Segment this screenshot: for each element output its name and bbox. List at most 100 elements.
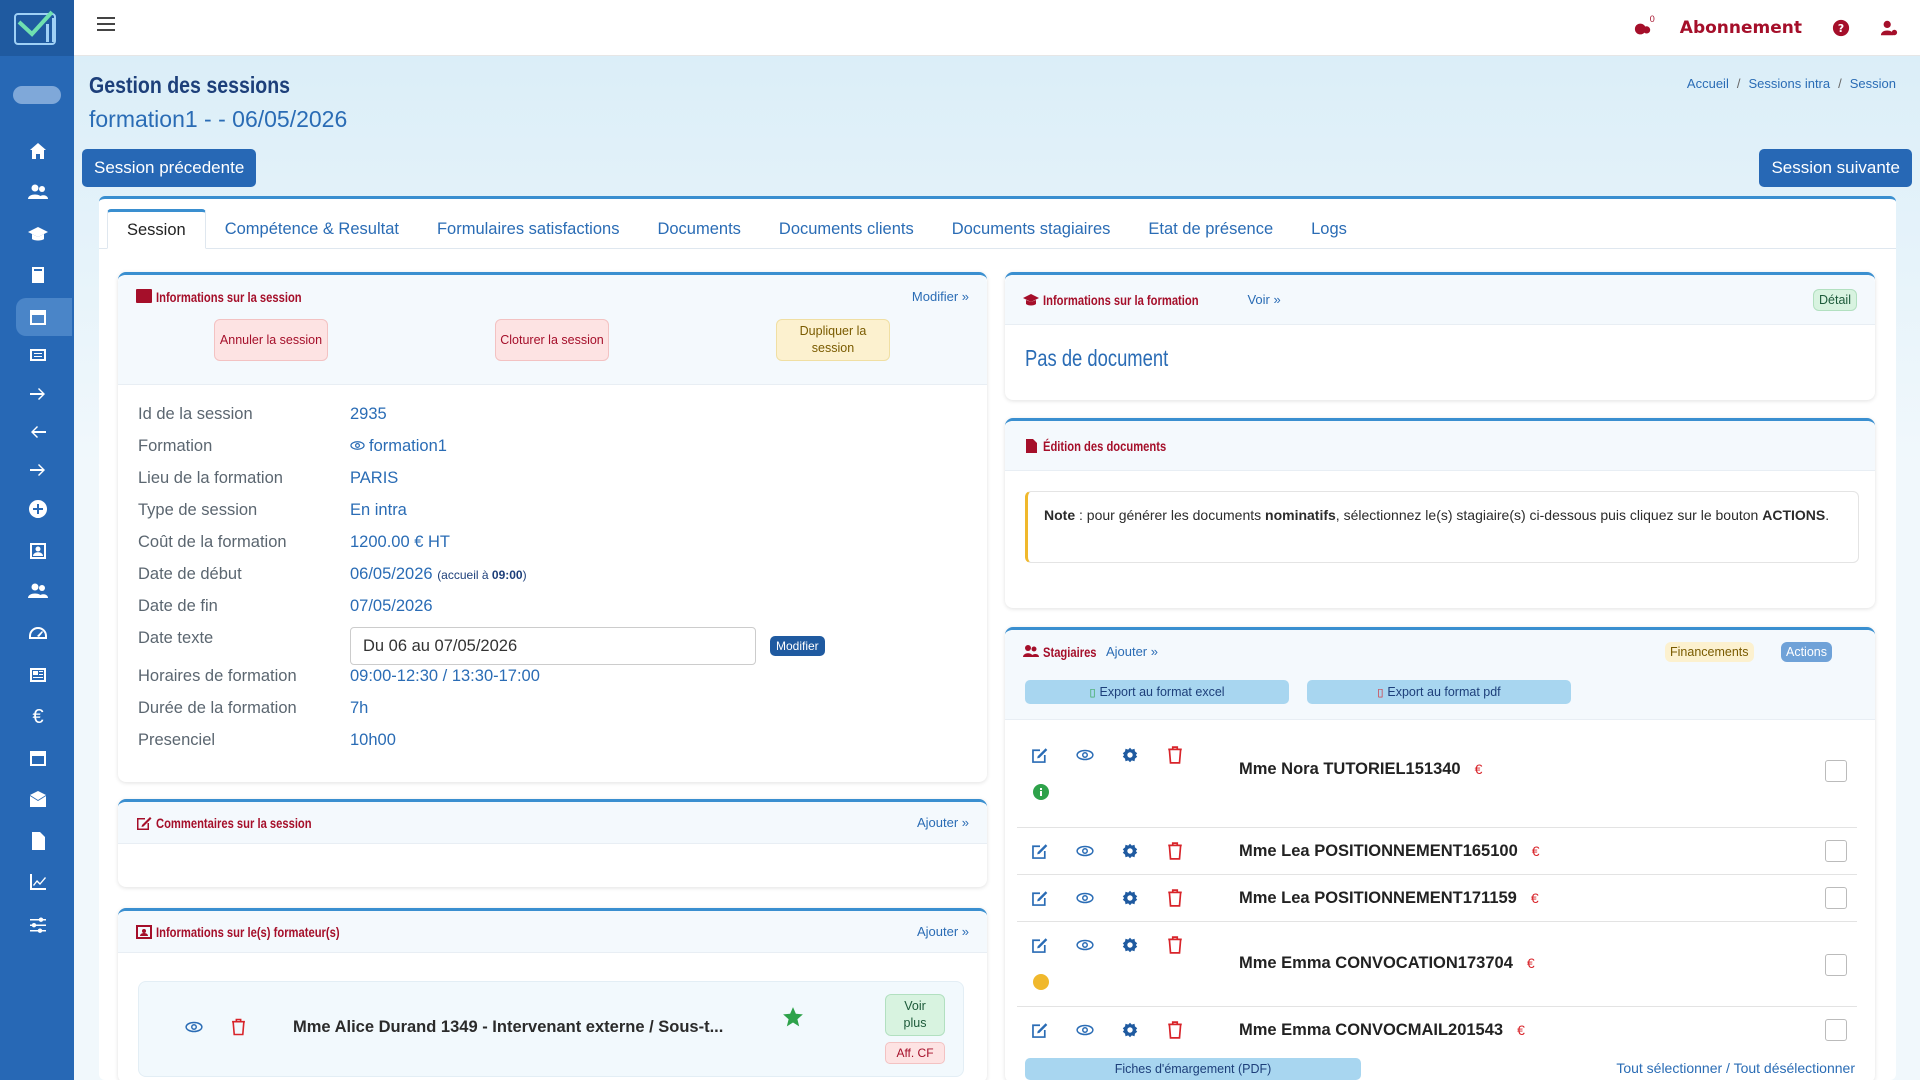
- stagiaire-checkbox[interactable]: [1825, 840, 1847, 862]
- duplicate-session-button[interactable]: Dupliquer la session: [776, 319, 890, 361]
- sidebar-item-list[interactable]: [26, 343, 50, 367]
- app-logo[interactable]: [0, 0, 74, 56]
- aff-cf-button[interactable]: Aff. CF: [885, 1042, 945, 1064]
- add-comment-link[interactable]: Ajouter »: [917, 815, 969, 830]
- financements-button[interactable]: Financements: [1665, 642, 1754, 662]
- cancel-session-button[interactable]: Annuler la session: [214, 319, 328, 361]
- euro-icon[interactable]: €: [1527, 955, 1535, 971]
- export-excel-button[interactable]: ▯ Export au format excel: [1025, 680, 1289, 704]
- stagiaire-name[interactable]: Mme Lea POSITIONNEMENT165100 €: [1239, 842, 1540, 861]
- hamburger-menu-icon[interactable]: [97, 17, 115, 33]
- deselect-all-link[interactable]: Tout désélectionner: [1734, 1060, 1855, 1076]
- sidebar-item-arrow-3[interactable]: [26, 458, 50, 482]
- stagiaire-name[interactable]: Mme Lea POSITIONNEMENT171159 €: [1239, 889, 1539, 908]
- tab-documents-stagiaires[interactable]: Documents stagiaires: [933, 209, 1130, 249]
- close-session-button[interactable]: Cloturer la session: [495, 319, 609, 361]
- stagiaire-checkbox[interactable]: [1825, 887, 1847, 909]
- euro-icon[interactable]: €: [1531, 890, 1539, 906]
- voir-plus-button[interactable]: Voir plus: [885, 994, 945, 1036]
- trash-icon[interactable]: [1166, 842, 1184, 860]
- stagiaire-name[interactable]: Mme Nora TUTORIEL151340 €: [1239, 760, 1482, 779]
- trash-icon[interactable]: [231, 1018, 246, 1036]
- trash-icon[interactable]: [1166, 746, 1184, 764]
- select-all-link[interactable]: Tout sélectionner: [1616, 1060, 1722, 1076]
- formation-link[interactable]: formation1: [350, 437, 447, 456]
- sidebar-item-home[interactable]: [26, 139, 50, 163]
- tab-competence[interactable]: Compétence & Resultat: [206, 209, 418, 249]
- detail-button[interactable]: Détail: [1813, 288, 1857, 311]
- gear-icon[interactable]: [1121, 936, 1139, 954]
- sidebar-item-users[interactable]: [26, 180, 50, 204]
- actions-button[interactable]: Actions: [1781, 642, 1832, 662]
- fiches-emargement-button[interactable]: Fiches d'émargement (PDF): [1025, 1058, 1361, 1080]
- sidebar-item-mail[interactable]: [26, 788, 50, 812]
- sidebar-item-calendar[interactable]: [26, 746, 50, 770]
- next-session-button[interactable]: Session suivante: [1759, 149, 1912, 187]
- info-row-cout: Coût de la formation 1200.00 € HT: [138, 533, 450, 552]
- edit-icon[interactable]: [1031, 842, 1049, 860]
- sidebar-item-stats[interactable]: [26, 870, 50, 894]
- gear-icon[interactable]: [1121, 842, 1139, 860]
- view-icon[interactable]: [1076, 842, 1094, 860]
- sidebar-item-add[interactable]: [26, 497, 50, 521]
- modify-date-button[interactable]: Modifier: [770, 636, 825, 656]
- breadcrumb-sessions[interactable]: Sessions intra: [1748, 76, 1830, 91]
- trash-icon[interactable]: [1166, 936, 1184, 954]
- sidebar-item-trainers[interactable]: [26, 539, 50, 563]
- calendar-icon: [136, 289, 152, 303]
- add-stagiaire-link[interactable]: Ajouter »: [1106, 644, 1158, 659]
- stagiaire-checkbox[interactable]: [1825, 1019, 1847, 1041]
- tab-documents-clients[interactable]: Documents clients: [760, 209, 933, 249]
- tab-presence[interactable]: Etat de présence: [1129, 209, 1292, 249]
- sidebar-item-arrow-1[interactable]: [26, 382, 50, 406]
- voir-formation-link[interactable]: Voir »: [1247, 292, 1280, 307]
- user-settings-icon[interactable]: [1880, 19, 1898, 37]
- edit-icon[interactable]: [1031, 1021, 1049, 1039]
- sidebar-item-dashboard[interactable]: [26, 622, 50, 646]
- view-icon[interactable]: [185, 1020, 203, 1034]
- stagiaire-name[interactable]: Mme Emma CONVOCATION173704 €: [1239, 954, 1535, 973]
- euro-icon[interactable]: €: [1517, 1022, 1525, 1038]
- edit-icon[interactable]: [1031, 746, 1049, 764]
- tab-session[interactable]: Session: [107, 209, 206, 249]
- abonnement-link[interactable]: Abonnement: [1680, 18, 1802, 38]
- sidebar-item-group[interactable]: [26, 579, 50, 603]
- gear-icon[interactable]: [1121, 889, 1139, 907]
- view-icon[interactable]: [1076, 889, 1094, 907]
- sidebar-item-settings[interactable]: [26, 913, 50, 937]
- sidebar-toggle-pill[interactable]: [13, 86, 61, 104]
- stagiaire-checkbox[interactable]: [1825, 760, 1847, 782]
- edit-icon[interactable]: [1031, 936, 1049, 954]
- edit-icon[interactable]: [1031, 889, 1049, 907]
- sidebar-item-sessions[interactable]: [16, 298, 72, 336]
- modify-session-link[interactable]: Modifier »: [912, 289, 969, 304]
- gear-icon[interactable]: [1121, 1021, 1139, 1039]
- date-text-input[interactable]: [350, 627, 756, 665]
- stagiaire-name[interactable]: Mme Emma CONVOCMAIL201543 €: [1239, 1021, 1525, 1040]
- tab-documents[interactable]: Documents: [638, 209, 759, 249]
- trash-icon[interactable]: [1166, 1021, 1184, 1039]
- view-icon[interactable]: [1076, 746, 1094, 764]
- add-trainer-link[interactable]: Ajouter »: [917, 924, 969, 939]
- euro-icon[interactable]: €: [1532, 843, 1540, 859]
- view-icon[interactable]: [1076, 936, 1094, 954]
- trash-icon[interactable]: [1166, 889, 1184, 907]
- gear-icon[interactable]: [1121, 746, 1139, 764]
- sidebar-item-catalog[interactable]: [26, 263, 50, 287]
- stagiaire-checkbox[interactable]: [1825, 954, 1847, 976]
- tab-logs[interactable]: Logs: [1292, 209, 1366, 249]
- sidebar-item-finance[interactable]: €: [26, 705, 50, 729]
- sidebar-item-formations[interactable]: [26, 222, 50, 246]
- previous-session-button[interactable]: Session précedente: [82, 149, 257, 187]
- notifications-button[interactable]: 0: [1634, 14, 1658, 40]
- star-icon[interactable]: [782, 1006, 804, 1028]
- tab-formulaires[interactable]: Formulaires satisfactions: [418, 209, 638, 249]
- sidebar-item-news[interactable]: [26, 663, 50, 687]
- view-icon[interactable]: [1076, 1021, 1094, 1039]
- euro-icon[interactable]: €: [1475, 761, 1483, 777]
- sidebar-item-documents[interactable]: [26, 829, 50, 853]
- sidebar-item-arrow-2[interactable]: [26, 420, 50, 444]
- export-pdf-button[interactable]: ▯ Export au format pdf: [1307, 680, 1571, 704]
- help-icon[interactable]: ?: [1832, 19, 1850, 37]
- breadcrumb-home[interactable]: Accueil: [1687, 76, 1729, 91]
